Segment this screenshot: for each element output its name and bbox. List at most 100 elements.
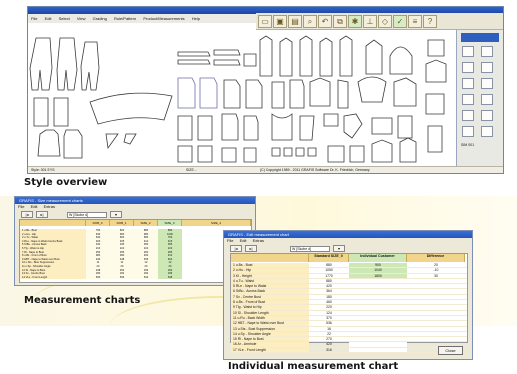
individual-grid[interactable]: Standard SIZE_0 Individual Customer Diff… bbox=[230, 253, 468, 354]
side-tool-icon[interactable] bbox=[462, 62, 474, 73]
customer-value-input[interactable] bbox=[349, 315, 407, 321]
customer-value-input[interactable]: 1800 bbox=[349, 273, 407, 278]
menu-file[interactable]: File bbox=[227, 238, 233, 243]
nav-first-button[interactable]: |◂ bbox=[230, 245, 242, 252]
customer-value-input[interactable] bbox=[349, 284, 407, 289]
side-tool-icon[interactable] bbox=[481, 126, 493, 137]
measurement-value[interactable]: 542 bbox=[134, 275, 158, 280]
customer-value-input[interactable] bbox=[349, 337, 407, 342]
bodice-piece bbox=[245, 79, 263, 109]
zoom-icon[interactable]: ⌕ bbox=[303, 15, 317, 28]
menu-extras[interactable]: Extras bbox=[44, 204, 55, 209]
customer-value-input[interactable] bbox=[349, 305, 407, 310]
print-icon[interactable]: ▤ bbox=[288, 15, 302, 28]
side-tool-icon[interactable] bbox=[481, 46, 493, 57]
size-chart-grid[interactable]: DOB_0 DOB_1 SIZE_2 SIZE_3 SIZE_4 1 u.Bs … bbox=[19, 219, 252, 283]
customer-value-input[interactable] bbox=[349, 321, 407, 326]
menu-edit[interactable]: Edit bbox=[31, 204, 38, 209]
side-tool-icon[interactable] bbox=[481, 110, 493, 121]
customer-value-input[interactable] bbox=[349, 331, 407, 337]
collar-piece bbox=[343, 113, 363, 139]
settings-icon[interactable]: ✱ bbox=[348, 15, 362, 28]
standard-value: 370 bbox=[326, 315, 332, 320]
side-tool-icon[interactable] bbox=[462, 78, 474, 89]
table-row[interactable]: 17 VLe - Front Length 316 bbox=[231, 347, 467, 354]
grade-icon[interactable]: ◇ bbox=[378, 15, 392, 28]
measurement-value[interactable]: 548 bbox=[158, 275, 182, 280]
bodice-piece bbox=[425, 59, 447, 83]
status-left: Style: 001 EYS bbox=[31, 168, 55, 172]
column-header[interactable]: SIZE_2 bbox=[134, 220, 158, 226]
column-header bbox=[231, 254, 309, 262]
standard-value: 316 bbox=[326, 347, 332, 352]
list-icon[interactable]: ≡ bbox=[408, 15, 422, 28]
check-icon[interactable]: ✓ bbox=[393, 15, 407, 28]
customer-value-input[interactable] bbox=[349, 294, 407, 300]
nav-next-button[interactable]: ▸| bbox=[36, 211, 48, 218]
customer-value-input[interactable] bbox=[349, 326, 407, 331]
menu-file[interactable]: File bbox=[31, 16, 37, 21]
bodice-piece bbox=[337, 79, 349, 109]
menu-help[interactable]: Help bbox=[192, 16, 200, 21]
dropdown-arrow-icon[interactable]: ▾ bbox=[110, 211, 122, 218]
bodice-piece bbox=[177, 145, 193, 163]
strip-piece bbox=[213, 59, 241, 66]
customer-value-input[interactable] bbox=[349, 347, 407, 353]
folder-icon[interactable]: ▭ bbox=[258, 15, 272, 28]
grid-header: Standard SIZE_0 Individual Customer Diff… bbox=[231, 254, 467, 262]
ruler-icon[interactable]: ⊥ bbox=[363, 15, 377, 28]
measurement-name: 14 VLe - Front Length bbox=[20, 275, 86, 280]
dropdown-arrow-icon[interactable]: ▾ bbox=[333, 245, 345, 252]
column-header[interactable]: DOB_1 bbox=[110, 220, 134, 226]
customer-value-input[interactable] bbox=[349, 342, 407, 347]
nav-next-button[interactable]: ▸| bbox=[245, 245, 257, 252]
side-tool-icon[interactable] bbox=[481, 94, 493, 105]
side-tool-icon[interactable] bbox=[481, 78, 493, 89]
column-header[interactable]: SIZE_3 bbox=[158, 220, 182, 226]
standard-value: 364 bbox=[326, 289, 332, 294]
menu-extras[interactable]: Extras bbox=[253, 238, 264, 243]
customer-value-input[interactable] bbox=[349, 289, 407, 294]
menu-edit[interactable]: Edit bbox=[45, 16, 52, 21]
bodice-piece bbox=[349, 145, 365, 163]
menu-product[interactable]: Product/Measurements bbox=[143, 16, 184, 21]
chart-selector[interactable]: W [Skobe d] bbox=[67, 211, 107, 218]
copy-icon[interactable]: ⧉ bbox=[333, 15, 347, 28]
side-tool-icon[interactable] bbox=[462, 94, 474, 105]
skirt-curve-piece bbox=[89, 92, 173, 125]
side-tool-icon[interactable] bbox=[462, 46, 474, 57]
save-icon[interactable]: ▣ bbox=[273, 15, 287, 28]
measurement-value[interactable]: 530 bbox=[86, 275, 110, 280]
undo-icon[interactable]: ↶ bbox=[318, 15, 332, 28]
menu-file[interactable]: File bbox=[18, 204, 24, 209]
customer-value-input[interactable]: 1040 bbox=[349, 268, 407, 273]
pattern-canvas[interactable] bbox=[28, 30, 456, 167]
menu-edit[interactable]: Edit bbox=[240, 238, 247, 243]
measurement-name: 2 u.Hu - Hip bbox=[231, 268, 309, 273]
menu-grading[interactable]: Grading bbox=[93, 16, 107, 21]
measurement-value[interactable]: 536 bbox=[110, 275, 134, 280]
chart-selector[interactable]: W [Skobe d] bbox=[290, 245, 330, 252]
table-row[interactable]: 14 VLe - Front Length 530 536 542 548 bbox=[20, 275, 251, 280]
difference-value: 20 bbox=[434, 263, 438, 267]
jacket-piece bbox=[63, 129, 83, 159]
menu-rule-pattern[interactable]: Rule/Pattern bbox=[114, 16, 136, 21]
help-icon[interactable]: ? bbox=[423, 15, 437, 28]
menu-view[interactable]: View bbox=[77, 16, 86, 21]
bodice-piece bbox=[371, 117, 393, 135]
menu-select[interactable]: Select bbox=[59, 16, 70, 21]
customer-value-input[interactable] bbox=[349, 310, 407, 315]
bodice-piece bbox=[221, 113, 239, 141]
side-tool-icon[interactable] bbox=[481, 62, 493, 73]
difference-value bbox=[407, 295, 465, 299]
customer-value-input[interactable]: 900 bbox=[349, 263, 407, 268]
customer-value-input[interactable] bbox=[349, 278, 407, 284]
customer-value-input[interactable] bbox=[349, 300, 407, 305]
nav-first-button[interactable]: |◂ bbox=[21, 211, 33, 218]
column-header[interactable]: DOB_0 bbox=[86, 220, 110, 226]
side-tool-icon[interactable] bbox=[462, 110, 474, 121]
close-button[interactable]: Close bbox=[438, 346, 463, 355]
measurement-name: 12 HBT - Nape to Waist over Bust bbox=[231, 321, 309, 326]
side-tool-icon[interactable] bbox=[462, 126, 474, 137]
column-header[interactable]: SIZE_4 bbox=[182, 220, 251, 226]
